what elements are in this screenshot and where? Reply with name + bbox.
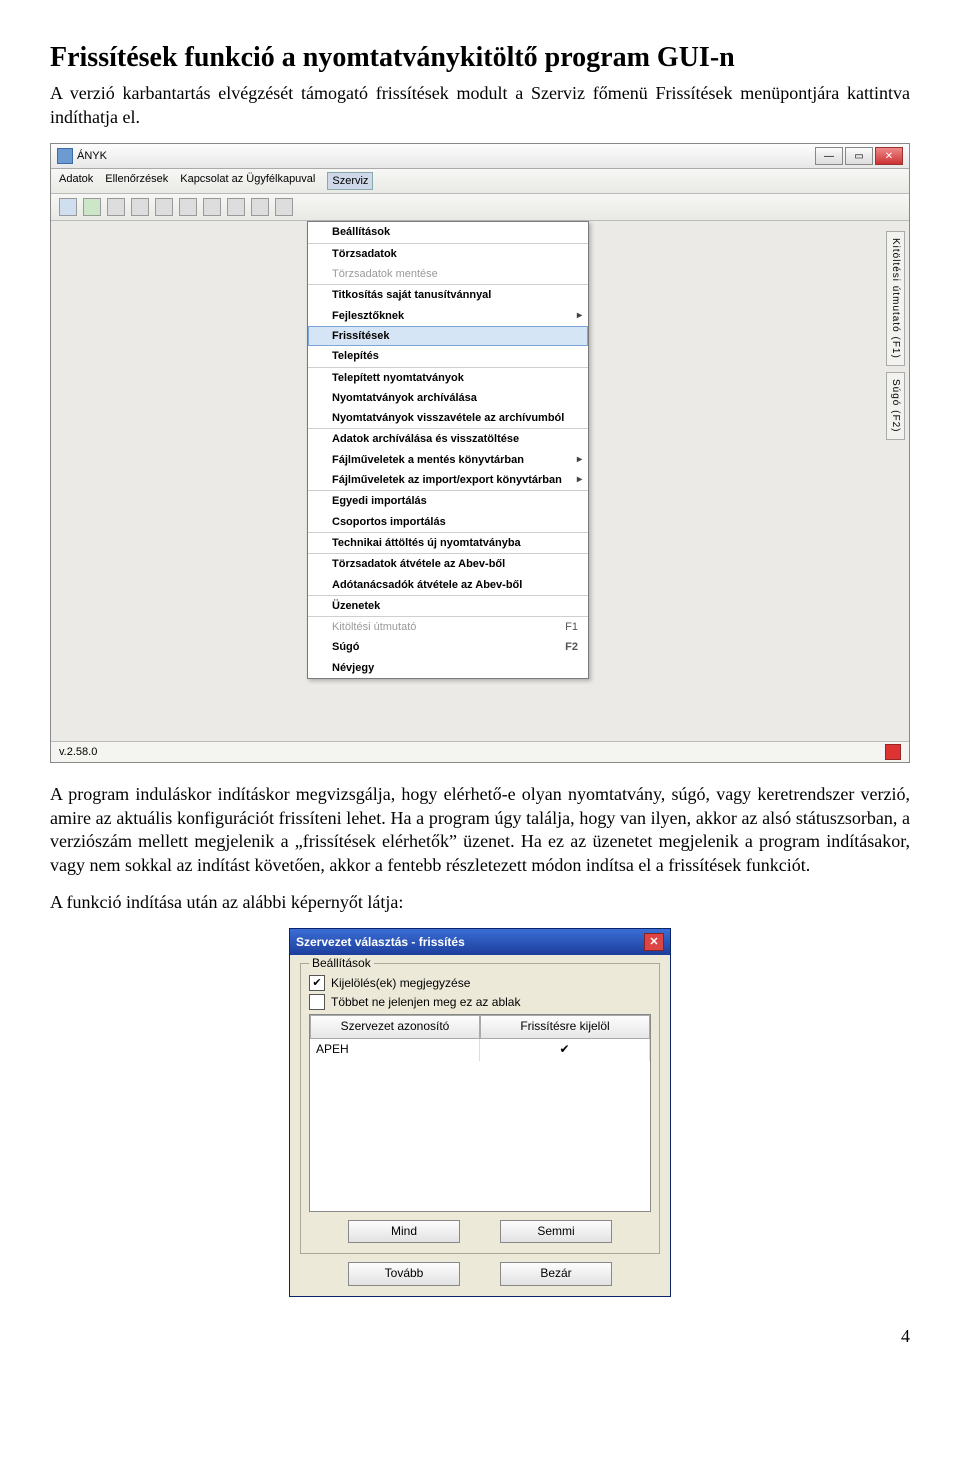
groupbox-legend: Beállítások [309,956,374,972]
org-table: Szervezet azonosító Frissítésre kijelöl … [309,1014,651,1211]
maximize-button[interactable]: ▭ [845,147,873,165]
intro-paragraph: A verzió karbantartás elvégzését támogat… [50,82,910,129]
menubar: Adatok Ellenőrzések Kapcsolat az Ügyfélk… [51,169,909,194]
mi-archivalas[interactable]: Nyomtatványok archíválása [308,388,588,408]
side-tab-sugo[interactable]: Súgó (F2) [886,372,905,439]
table-row[interactable]: APEH ✔ [310,1039,650,1061]
cb-dont-show-label: Többet ne jelenjen meg ez az ablak [331,995,520,1011]
toolbar-icon-7[interactable] [203,198,221,216]
app-window: ÁNYK — ▭ ✕ Adatok Ellenőrzések Kapcsolat… [50,143,910,763]
paragraph-3: A funkció indítása után az alábbi képern… [50,891,910,914]
cb-remember-selection[interactable] [309,975,325,991]
dialog-title: Szervezet választás - frissítés [296,935,465,951]
menu-szerviz[interactable]: Szerviz [327,172,373,190]
app-icon [57,148,73,164]
toolbar-icon-8[interactable] [227,198,245,216]
cb-remember-label: Kijelölés(ek) megjegyzése [331,976,470,992]
toolbar-icon-save[interactable] [83,198,101,216]
page-heading: Frissítések funkció a nyomtatványkitöltő… [50,40,910,76]
col-mark-update[interactable]: Frissítésre kijelöl [480,1015,650,1039]
mi-telepites[interactable]: Telepítés [308,346,588,366]
menu-kapcsolat[interactable]: Kapcsolat az Ügyfélkapuval [180,172,315,190]
client-area: Beállítások Törzsadatok Törzsadatok ment… [51,221,909,741]
btn-next[interactable]: Tovább [348,1262,460,1286]
toolbar-icon-4[interactable] [131,198,149,216]
mi-torzsadatok[interactable]: Törzsadatok [308,243,588,264]
mi-torzsadatok-mentese: Törzsadatok mentése [308,264,588,284]
paragraph-2: A program induláskor indításkor megvizsg… [50,783,910,877]
mi-sugo[interactable]: SúgóF2 [308,637,588,657]
mi-technikai-attoltes[interactable]: Technikai áttöltés új nyomtatványba [308,532,588,553]
btn-select-all[interactable]: Mind [348,1220,460,1244]
menu-ellenorzesek[interactable]: Ellenőrzések [105,172,168,190]
toolbar-icon-6[interactable] [179,198,197,216]
btn-close-dialog[interactable]: Bezár [500,1262,612,1286]
mi-beallitasok[interactable]: Beállítások [308,222,588,242]
mi-telepitett[interactable]: Telepített nyomtatványok [308,367,588,388]
status-icon [885,744,901,760]
dialog-close-button[interactable]: ✕ [644,933,664,951]
mi-titkositas[interactable]: Titkosítás saját tanusítvánnyal [308,284,588,305]
version-label: v.2.58.0 [59,745,97,759]
minimize-button[interactable]: — [815,147,843,165]
cell-check: ✔ [480,1039,650,1061]
mi-kitoltesi-utmutato: Kitöltési útmutatóF1 [308,616,588,637]
cb-dont-show-again[interactable] [309,994,325,1010]
table-empty-area [310,1061,650,1211]
mi-adotanacsadok-atvetele[interactable]: Adótanácsadók átvétele az Abev-ből [308,575,588,595]
col-org-id[interactable]: Szervezet azonosító [310,1015,480,1039]
mi-visszavetel[interactable]: Nyomtatványok visszavétele az archívumbó… [308,408,588,428]
page-number: 4 [50,1325,910,1348]
side-tab-utmutato[interactable]: Kitöltési útmutató (F1) [886,231,905,366]
mi-frissitesek[interactable]: Frissítések [308,326,588,346]
titlebar: ÁNYK — ▭ ✕ [51,144,909,169]
toolbar-icon-9[interactable] [251,198,269,216]
toolbar-icon-3[interactable] [107,198,125,216]
mi-fejlesztoknek[interactable]: Fejlesztőknek [308,306,588,326]
toolbar-icon-new[interactable] [59,198,77,216]
dialog-titlebar: Szervezet választás - frissítés ✕ [290,929,670,955]
org-select-dialog: Szervezet választás - frissítés ✕ Beállí… [289,928,671,1296]
mi-egyedi-import[interactable]: Egyedi importálás [308,490,588,511]
toolbar-icon-10[interactable] [275,198,293,216]
mi-uzenetek[interactable]: Üzenetek [308,595,588,616]
menu-adatok[interactable]: Adatok [59,172,93,190]
mi-fajlmuv-import[interactable]: Fájlműveletek az import/export könyvtárb… [308,470,588,490]
mi-fajlmuv-mentes[interactable]: Fájlműveletek a mentés könyvtárban [308,450,588,470]
settings-groupbox: Beállítások Kijelölés(ek) megjegyzése Tö… [300,963,660,1254]
toolbar-icon-5[interactable] [155,198,173,216]
mi-nevjegy[interactable]: Névjegy [308,658,588,678]
toolbar [51,194,909,221]
szerviz-dropdown: Beállítások Törzsadatok Törzsadatok ment… [307,221,589,679]
cell-org: APEH [310,1039,480,1061]
mi-adatok-archivalasa[interactable]: Adatok archíválása és visszatöltése [308,428,588,449]
btn-select-none[interactable]: Semmi [500,1220,612,1244]
mi-csoportos-import[interactable]: Csoportos importálás [308,512,588,532]
window-title: ÁNYK [77,149,107,163]
statusbar: v.2.58.0 [51,741,909,762]
close-button[interactable]: ✕ [875,147,903,165]
mi-torzsadatok-atvetele[interactable]: Törzsadatok átvétele az Abev-ből [308,553,588,574]
